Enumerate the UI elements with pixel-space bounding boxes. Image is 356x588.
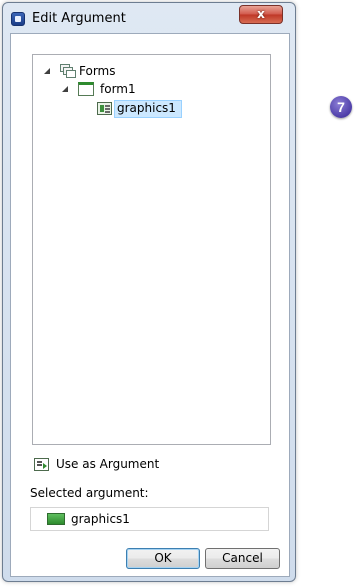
use-as-argument-button[interactable]: Use as Argument	[34, 456, 194, 476]
cancel-button[interactable]: Cancel	[205, 548, 280, 569]
title-bar[interactable]: Edit Argument x	[3, 3, 295, 33]
form-icon	[78, 82, 94, 96]
tree-node-graphics1[interactable]: graphics1	[94, 100, 184, 118]
selected-argument-value: graphics1	[71, 512, 130, 526]
graphics-field-icon	[47, 513, 65, 525]
dialog-content: Forms form1 graphics1 Use as Argument Se…	[10, 33, 290, 577]
tree-node-label: form1	[100, 82, 136, 96]
tree-node-form1[interactable]: form1	[58, 81, 178, 99]
dialog-title: Edit Argument	[32, 11, 126, 26]
forms-tree[interactable]: Forms form1 graphics1	[32, 54, 271, 445]
edit-argument-dialog: Edit Argument x Forms form1 graphics1 Us…	[2, 2, 296, 582]
step-number-badge: 7	[330, 96, 352, 118]
use-as-argument-label: Use as Argument	[56, 457, 160, 471]
app-icon	[11, 12, 25, 26]
tree-node-forms[interactable]: Forms	[40, 63, 160, 81]
expand-caret-icon[interactable]	[44, 68, 50, 74]
expand-caret-icon[interactable]	[62, 86, 68, 92]
use-as-argument-icon	[34, 458, 49, 471]
close-button[interactable]: x	[239, 5, 283, 24]
ok-button[interactable]: OK	[126, 548, 200, 569]
selected-argument-field[interactable]: graphics1	[30, 507, 269, 531]
forms-icon	[60, 64, 76, 78]
graphics-icon	[97, 102, 112, 115]
tree-node-label: graphics1	[117, 101, 176, 115]
tree-node-label: Forms	[79, 64, 116, 78]
selected-argument-caption: Selected argument:	[30, 486, 149, 500]
